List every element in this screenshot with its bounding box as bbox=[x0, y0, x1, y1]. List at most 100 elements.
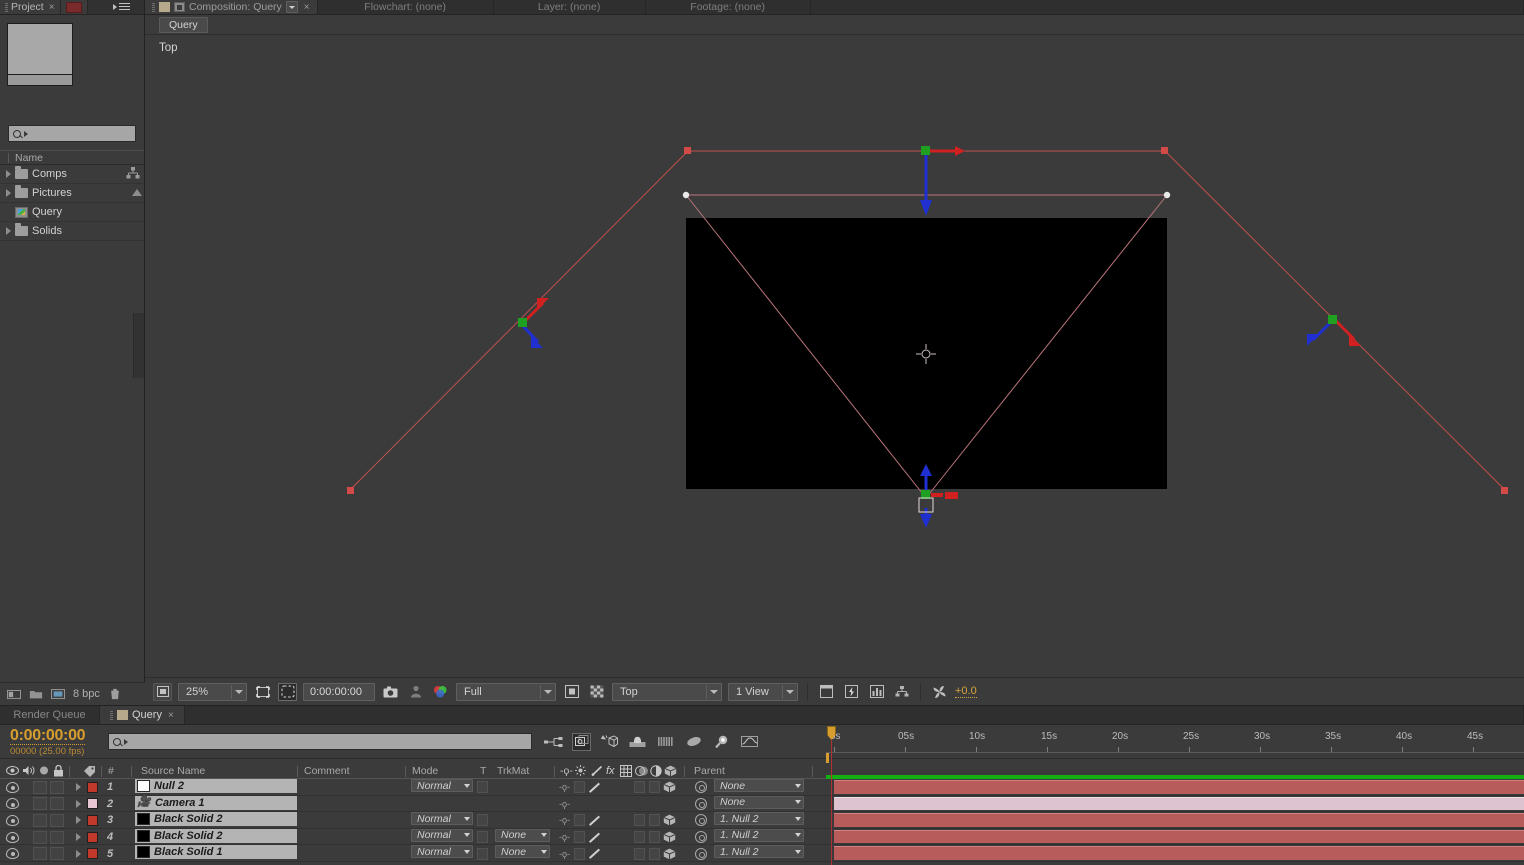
video-eye-icon[interactable] bbox=[6, 765, 19, 779]
graph-editor-icon[interactable] bbox=[740, 733, 759, 751]
blend-mode-select[interactable]: Normal bbox=[411, 828, 473, 842]
audio-switch[interactable] bbox=[33, 797, 47, 811]
layer-name-cell[interactable]: Black Solid 2 bbox=[135, 812, 297, 827]
close-icon[interactable]: × bbox=[49, 2, 55, 13]
column-header-t[interactable]: T bbox=[480, 765, 486, 777]
parent-pickwhip-icon[interactable] bbox=[695, 814, 707, 827]
quality-icon[interactable] bbox=[589, 848, 602, 860]
auto-keyframe-icon[interactable] bbox=[712, 733, 731, 751]
exposure-value[interactable]: +0.0 bbox=[955, 685, 977, 698]
layer-duration-bar[interactable] bbox=[834, 829, 1524, 844]
frame-blend-switch[interactable] bbox=[634, 814, 645, 827]
project-scrollbar[interactable] bbox=[133, 313, 144, 378]
blend-mode-select[interactable]: Normal bbox=[411, 812, 473, 826]
motion-blur-icon[interactable] bbox=[635, 765, 648, 780]
layer-duration-bar[interactable] bbox=[834, 796, 1524, 811]
composition-mini-flowchart-icon[interactable] bbox=[544, 733, 563, 751]
timeline-current-time[interactable]: 0:00:00:00 bbox=[10, 727, 86, 745]
audio-switch[interactable] bbox=[33, 780, 47, 794]
timeline-ruler[interactable]: 0s 05s 10s 15s 20s 25s 30s 35s 40s 45s bbox=[826, 729, 1524, 753]
parent-select[interactable]: None bbox=[714, 795, 804, 809]
track-row[interactable] bbox=[826, 829, 1524, 846]
solo-switch[interactable] bbox=[50, 830, 64, 844]
audio-switch[interactable] bbox=[33, 847, 47, 861]
parent-pickwhip-icon[interactable] bbox=[695, 781, 707, 794]
audio-switch[interactable] bbox=[33, 813, 47, 827]
column-header-comment[interactable]: Comment bbox=[304, 765, 350, 777]
quality-icon[interactable] bbox=[589, 781, 602, 793]
toggle-mask-paths-icon[interactable] bbox=[278, 682, 297, 701]
magnification-select[interactable]: 25% bbox=[178, 682, 247, 701]
label-tag-icon[interactable] bbox=[83, 765, 97, 780]
shy-icon[interactable]: -ϙ- bbox=[559, 812, 570, 829]
motion-blur-switch[interactable] bbox=[649, 781, 660, 794]
comp-flowchart-icon[interactable] bbox=[867, 683, 886, 701]
close-icon[interactable]: × bbox=[304, 2, 310, 13]
audio-speaker-icon[interactable] bbox=[22, 765, 36, 779]
track-row[interactable] bbox=[826, 779, 1524, 796]
current-time-display[interactable]: 0:00:00:00 bbox=[303, 682, 375, 701]
composition-viewer[interactable]: Top bbox=[145, 36, 1524, 677]
always-preview-icon[interactable] bbox=[153, 682, 172, 701]
preserve-transparency-switch[interactable] bbox=[477, 831, 488, 844]
views-select[interactable]: 1 View bbox=[728, 682, 798, 701]
timeline-search-input[interactable] bbox=[108, 733, 532, 750]
solo-switch[interactable] bbox=[50, 797, 64, 811]
collapse-switch[interactable] bbox=[574, 814, 585, 827]
panel-grip-icon[interactable] bbox=[5, 2, 8, 12]
layer-name-cell[interactable]: Black Solid 1 bbox=[135, 845, 297, 860]
parent-pickwhip-icon[interactable] bbox=[695, 831, 707, 844]
layer-duration-bar[interactable] bbox=[834, 846, 1524, 860]
tab-timeline-query[interactable]: Query × bbox=[100, 706, 185, 724]
collapse-switch[interactable] bbox=[574, 831, 585, 844]
preserve-transparency-switch[interactable] bbox=[477, 781, 488, 794]
video-eye-icon[interactable] bbox=[6, 798, 19, 810]
parent-select[interactable]: 1. Null 2 bbox=[714, 845, 804, 859]
blend-mode-select[interactable]: Normal bbox=[411, 779, 473, 792]
frame-blend-switch[interactable] bbox=[634, 831, 645, 844]
layer-name-cell[interactable]: Null 2 bbox=[135, 779, 297, 793]
column-header-trkmat[interactable]: TrkMat bbox=[497, 765, 529, 777]
new-comp-icon[interactable] bbox=[7, 688, 21, 700]
quality-icon[interactable] bbox=[591, 765, 603, 780]
layer-name-cell[interactable]: 🎥 Camera 1 bbox=[135, 795, 297, 810]
layer-number-icon[interactable]: # bbox=[108, 765, 114, 777]
effects-fx-icon[interactable]: fx bbox=[606, 765, 615, 777]
tab-layer[interactable]: Layer: (none) bbox=[493, 0, 646, 14]
shy-icon[interactable]: -ϙ- bbox=[559, 779, 570, 796]
shy-icon[interactable]: -ϙ- bbox=[559, 829, 570, 846]
shy-icon[interactable]: -ϙ- bbox=[560, 765, 573, 777]
timeline-track-area[interactable] bbox=[826, 779, 1524, 862]
video-eye-icon[interactable] bbox=[6, 814, 19, 826]
track-matte-select[interactable]: None bbox=[495, 828, 550, 842]
parent-select[interactable]: None bbox=[714, 779, 804, 792]
lock-icon[interactable] bbox=[53, 764, 64, 780]
new-folder-icon[interactable] bbox=[29, 688, 43, 700]
3d-layer-icon[interactable] bbox=[664, 765, 677, 780]
tab-project[interactable]: Project × bbox=[0, 0, 61, 14]
scroll-up-arrow-icon[interactable] bbox=[132, 189, 142, 196]
project-column-header[interactable]: Name bbox=[0, 150, 144, 165]
layer-duration-bar[interactable] bbox=[834, 780, 1524, 794]
list-item[interactable]: Solids bbox=[0, 222, 144, 241]
preserve-transparency-switch[interactable] bbox=[477, 847, 488, 860]
panel-grip-icon[interactable] bbox=[110, 710, 113, 720]
disclosure-triangle-icon[interactable] bbox=[76, 783, 81, 792]
resolution-select[interactable]: Full bbox=[456, 682, 556, 701]
parent-select[interactable]: 1. Null 2 bbox=[714, 812, 804, 826]
label-color-swatch[interactable] bbox=[87, 848, 98, 860]
motion-blur-icon[interactable] bbox=[656, 733, 675, 751]
channel-icon[interactable] bbox=[431, 683, 450, 701]
motion-blur-switch[interactable] bbox=[649, 814, 660, 827]
3d-layer-icon[interactable] bbox=[663, 779, 676, 796]
track-row[interactable] bbox=[826, 796, 1524, 813]
label-color-swatch[interactable] bbox=[87, 798, 98, 810]
disclosure-triangle-icon[interactable] bbox=[76, 849, 81, 858]
blend-mode-select[interactable]: Normal bbox=[411, 845, 473, 859]
3d-view-select[interactable]: Top bbox=[612, 682, 722, 701]
layer-duration-bar[interactable] bbox=[834, 813, 1524, 827]
video-eye-icon[interactable] bbox=[6, 831, 19, 843]
fast-previews-icon[interactable] bbox=[842, 683, 861, 701]
disclosure-triangle-icon[interactable] bbox=[6, 189, 11, 197]
show-snapshot-icon[interactable] bbox=[406, 683, 425, 701]
